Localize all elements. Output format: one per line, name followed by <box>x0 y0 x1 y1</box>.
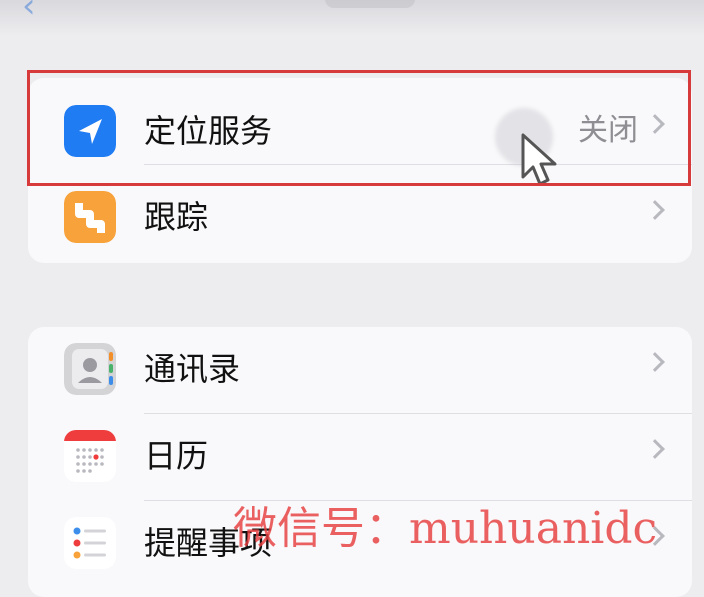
settings-row-label: 日历 <box>144 437 209 475</box>
chevron-right-icon <box>645 200 665 220</box>
contacts-icon <box>64 343 116 395</box>
chevron-right-icon <box>645 439 665 459</box>
settings-row-contacts[interactable]: 通讯录 <box>28 327 692 414</box>
chevron-right-icon <box>645 114 665 134</box>
settings-row-location-services[interactable]: 定位服务 关闭 <box>28 78 692 165</box>
settings-row-label: 提醒事项 <box>144 524 273 562</box>
mouse-pointer-icon <box>519 132 561 190</box>
page-title <box>325 0 415 8</box>
settings-row-reminders[interactable]: 提醒事项 <box>28 501 692 588</box>
calendar-icon <box>64 430 116 482</box>
settings-group-data-access: 通讯录 日历 提醒事项 <box>28 327 692 597</box>
settings-row-tracking[interactable]: 跟踪 <box>28 176 692 263</box>
settings-row-value: 关闭 <box>578 113 638 148</box>
tracking-icon <box>64 191 116 243</box>
settings-row-label: 定位服务 <box>144 112 273 150</box>
location-arrow-icon <box>64 105 116 157</box>
navigation-bar: ‹ <box>0 0 704 36</box>
chevron-right-icon <box>645 352 665 372</box>
reminders-icon <box>64 517 116 569</box>
row-divider <box>144 164 692 165</box>
settings-row-calendar[interactable]: 日历 <box>28 414 692 501</box>
settings-group-location: 定位服务 关闭 跟踪 <box>28 78 692 263</box>
settings-row-label: 跟踪 <box>144 198 209 236</box>
settings-row-label: 通讯录 <box>144 350 241 388</box>
chevron-right-icon <box>645 526 665 546</box>
back-chevron-icon[interactable]: ‹ <box>22 0 36 26</box>
